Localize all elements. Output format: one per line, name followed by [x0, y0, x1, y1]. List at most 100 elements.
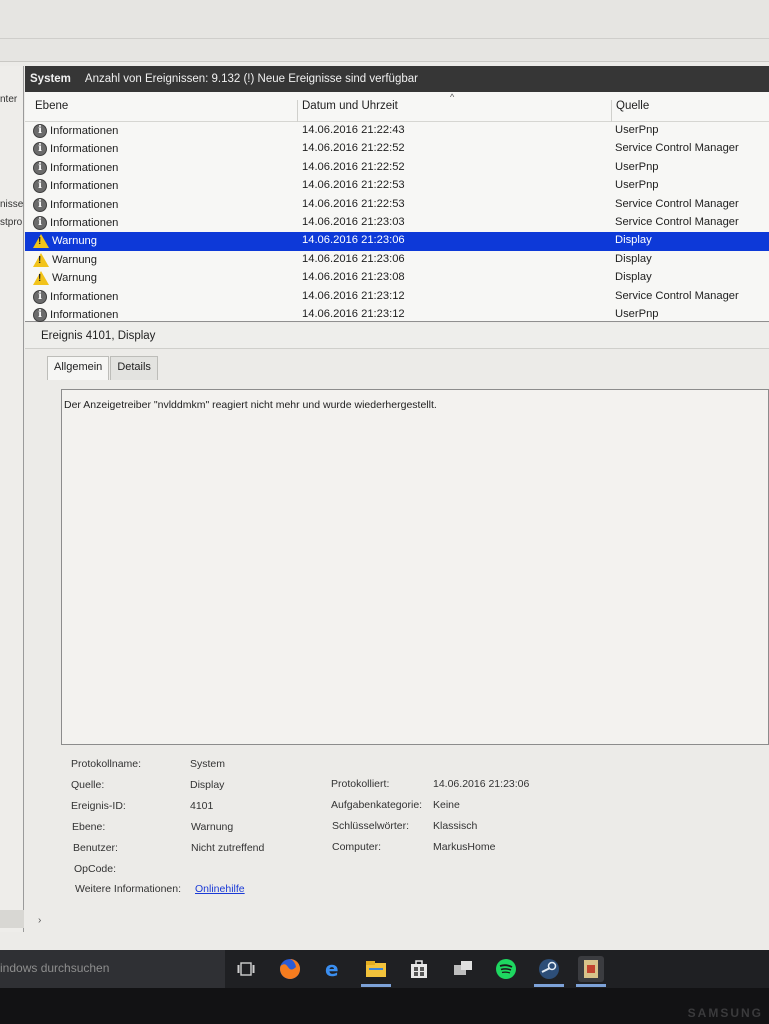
info-icon: i [33, 179, 47, 194]
prop-value-benutzer: Nicht zutreffend [191, 842, 265, 854]
event-row[interactable]: i Informationen 14.06.2016 21:23:12 Service… [25, 288, 769, 306]
taskbar-search-input[interactable]: indows durchsuchen [0, 950, 225, 988]
event-date: 14.06.2016 21:23:06 [302, 234, 405, 247]
screen: nter nisse stpro › System Anzahl von Ere… [0, 0, 769, 950]
log-title-bar: System Anzahl von Ereignissen: 9.132 (!)… [25, 66, 769, 92]
network-app-icon[interactable] [450, 956, 476, 982]
event-viewer-icon[interactable] [578, 956, 604, 982]
tab-details[interactable]: Details [110, 356, 158, 380]
column-header-ebene[interactable]: Ebene [31, 100, 297, 122]
nav-fragment[interactable]: nisse [0, 199, 23, 210]
event-source: UserPnp [615, 160, 659, 173]
list-header: Ebene Datum und Uhrzeit Quelle ^ [25, 92, 769, 122]
navigation-pane[interactable]: nter nisse stpro [0, 66, 24, 932]
event-date: 14.06.2016 21:22:53 [302, 197, 405, 210]
event-date: 14.06.2016 21:22:52 [302, 142, 405, 155]
info-icon: i [33, 197, 47, 212]
prop-label-opcode: OpCode: [74, 863, 117, 875]
event-level-cell: ! Warnung [33, 251, 97, 269]
detail-tabs: Allgemein Details [47, 356, 159, 380]
steam-icon[interactable] [536, 956, 562, 982]
event-date: 14.06.2016 21:22:43 [302, 124, 405, 136]
firefox-icon[interactable] [277, 956, 303, 982]
event-date: 14.06.2016 21:23:06 [302, 252, 405, 265]
log-name: System [30, 73, 71, 85]
event-row[interactable]: i Informationen 14.06.2016 21:22:52 Service… [25, 140, 769, 158]
prop-value-computer: MarkusHome [433, 841, 496, 853]
event-level-cell: ! Warnung [33, 269, 97, 287]
event-panel: System Anzahl von Ereignissen: 9.132 (!)… [25, 66, 769, 932]
event-message: Der Anzeigetreiber "nvlddmkm" reagiert n… [64, 399, 437, 411]
event-detail-header: Ereignis 4101, Display [25, 323, 769, 349]
window-top-strip [0, 0, 769, 62]
store-icon[interactable] [406, 956, 432, 982]
event-date: 14.06.2016 21:22:53 [302, 179, 405, 192]
task-view-icon[interactable] [233, 956, 259, 982]
event-source: Service Control Manager [615, 216, 739, 228]
column-header-quelle[interactable]: Quelle [611, 100, 769, 122]
event-level-cell: i Informationen [33, 177, 118, 195]
event-source: Service Control Manager [615, 197, 739, 210]
event-row[interactable]: ! Warnung 14.06.2016 21:23:08 Display [25, 269, 769, 287]
event-list[interactable]: Ebene Datum und Uhrzeit Quelle ^ i Inform… [25, 92, 769, 322]
event-source: Service Control Manager [615, 289, 739, 302]
event-source: UserPnp [615, 179, 659, 192]
info-icon: i [33, 142, 47, 157]
event-message-box[interactable]: Der Anzeigetreiber "nvlddmkm" reagiert n… [61, 389, 769, 745]
tab-allgemein[interactable]: Allgemein [47, 356, 110, 380]
event-row[interactable]: i Informationen 14.06.2016 21:23:03 Service… [25, 214, 769, 232]
file-explorer-icon[interactable] [363, 956, 389, 982]
info-icon: i [33, 124, 47, 138]
event-source: Display [615, 234, 652, 247]
prop-label-benutzer: Benutzer: [73, 842, 118, 854]
info-icon: i [33, 216, 47, 230]
event-source: Display [615, 271, 652, 284]
event-level: Informationen [50, 180, 119, 193]
event-level: Informationen [50, 161, 119, 174]
event-level-cell: i Informationen [33, 140, 118, 158]
event-row[interactable]: i Informationen 14.06.2016 21:22:52 UserPnp [25, 159, 769, 177]
info-icon: i [33, 289, 47, 304]
event-date: 14.06.2016 21:23:03 [302, 216, 405, 228]
nav-fragment[interactable]: stpro [0, 217, 22, 228]
prop-value-quelle: Display [190, 779, 225, 791]
prop-label-aufgabenkategorie: Aufgabenkategorie: [331, 799, 423, 811]
event-row[interactable]: i Informationen 14.06.2016 21:22:53 UserPnp [25, 177, 769, 195]
event-source: Service Control Manager [615, 142, 739, 155]
event-level-cell: ! Warnung [33, 232, 97, 250]
prop-label-computer: Computer: [332, 841, 382, 853]
prop-label-quelle: Quelle: [71, 779, 105, 791]
column-header-datum[interactable]: Datum und Uhrzeit [297, 100, 611, 122]
event-level: Informationen [50, 309, 119, 321]
warning-icon: ! [33, 234, 49, 249]
event-level-cell: i Informationen [33, 159, 118, 177]
monitor-brand-logo: SAMSUNG [687, 1006, 763, 1020]
event-row[interactable]: i Informationen 14.06.2016 21:23:12 UserPnp [25, 306, 769, 324]
onlinehilfe-link[interactable]: Onlinehilfe [195, 883, 245, 895]
sort-arrow-icon: ^ [450, 92, 455, 102]
event-source: UserPnp [615, 308, 659, 320]
event-level: Warnung [52, 235, 97, 248]
edge-icon[interactable]: e [320, 956, 346, 982]
event-level-cell: i Informationen [33, 214, 118, 232]
event-row[interactable]: i Informationen 14.06.2016 21:22:53 Service… [25, 196, 769, 214]
info-icon: i [33, 160, 47, 175]
prop-value-aufgabenkategorie: Keine [433, 799, 460, 811]
warning-icon: ! [33, 252, 49, 267]
event-level: Warnung [52, 272, 97, 285]
event-source: UserPnp [615, 124, 659, 136]
taskbar: indows durchsuchen e [0, 950, 769, 988]
nav-scrollbar[interactable] [0, 910, 24, 928]
event-level-cell: i Informationen [33, 122, 118, 140]
spotify-icon[interactable] [493, 956, 519, 982]
event-date: 14.06.2016 21:23:12 [302, 289, 405, 302]
prop-value-protokollname: System [190, 758, 226, 770]
event-date: 14.06.2016 21:23:08 [302, 271, 405, 284]
prop-label-ereignis-id: Ereignis-ID: [71, 800, 126, 812]
event-row[interactable]: i Informationen 14.06.2016 21:22:43 UserPnp [25, 122, 769, 140]
event-row[interactable]: ! Warnung 14.06.2016 21:23:06 Display [25, 251, 769, 269]
event-row[interactable]: ! Warnung 14.06.2016 21:23:06 Display [25, 232, 769, 251]
event-level: Informationen [50, 290, 119, 303]
event-level: Informationen [50, 198, 119, 211]
nav-fragment[interactable]: nter [0, 94, 17, 105]
